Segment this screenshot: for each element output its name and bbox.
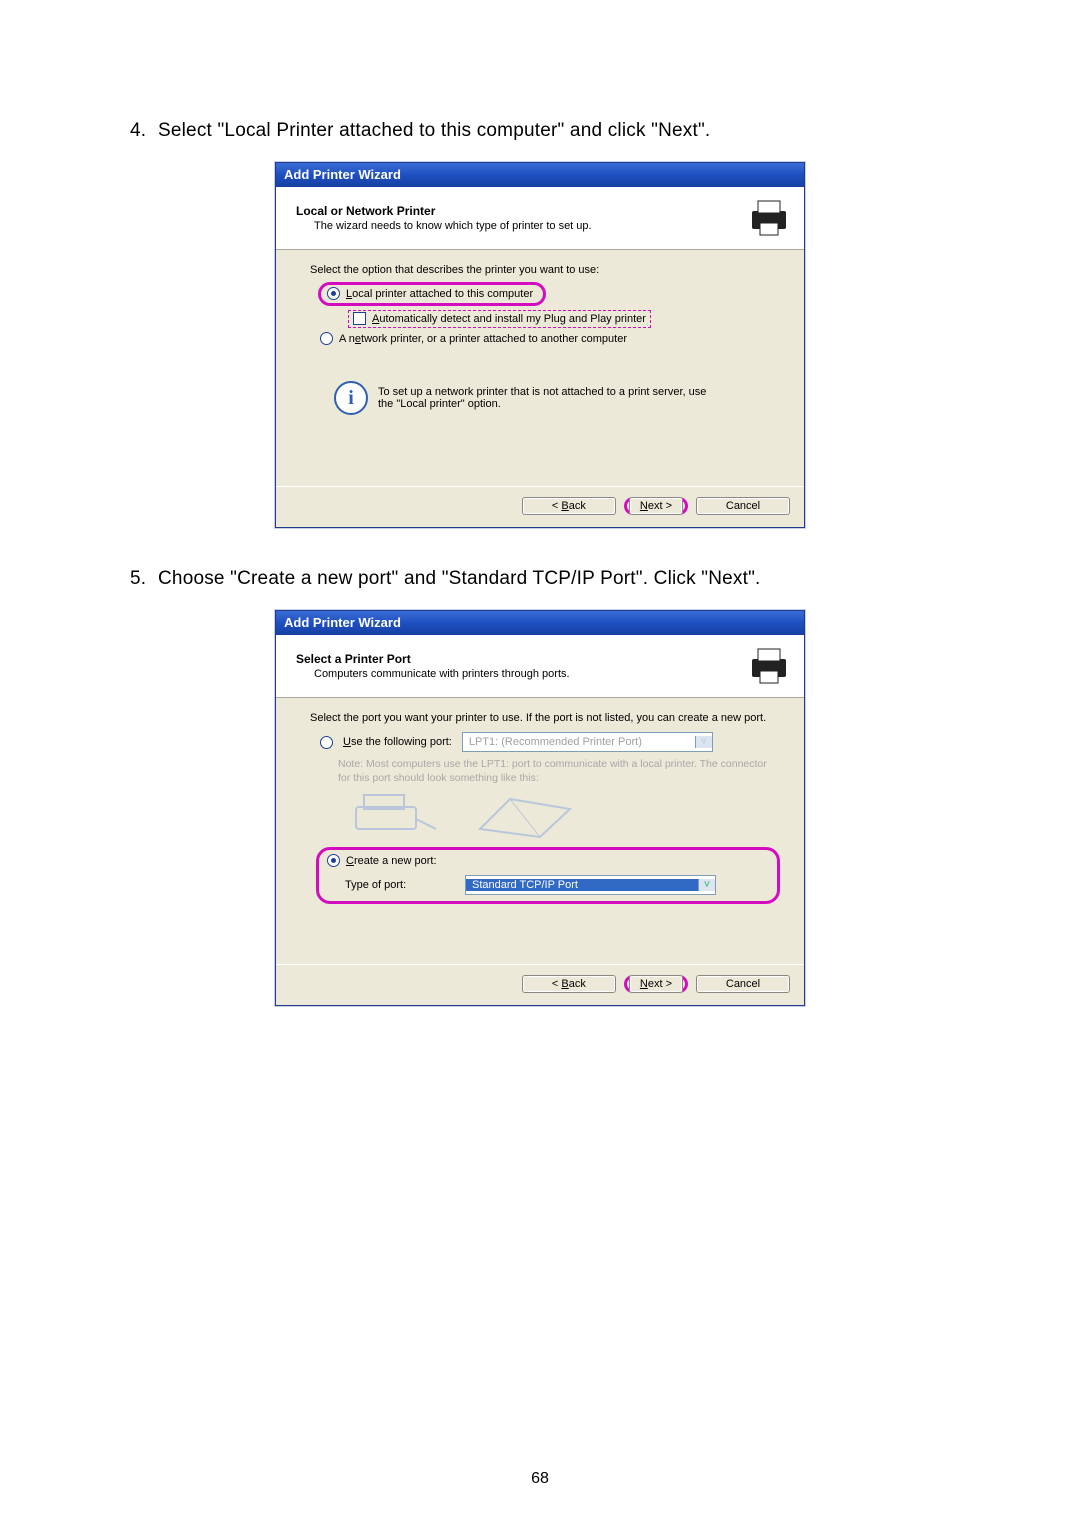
back-button[interactable]: < Back bbox=[522, 497, 616, 515]
wizard-1-titlebar: Add Printer Wizard bbox=[276, 163, 804, 187]
highlight-auto-detect: Automatically detect and install my Plug… bbox=[348, 310, 651, 328]
wizard-2-prompt: Select the port you want your printer to… bbox=[310, 712, 770, 724]
info-text: To set up a network printer that is not … bbox=[378, 386, 708, 410]
chevron-down-icon: ˅ bbox=[698, 879, 715, 891]
cancel-button[interactable]: Cancel bbox=[696, 497, 790, 515]
radio-local-printer[interactable] bbox=[327, 287, 340, 300]
radio-create-port-label: Create a new port: bbox=[346, 855, 437, 867]
wizard-2-banner-title: Select a Printer Port bbox=[296, 652, 748, 666]
highlight-create-port: Create a new port: Type of port: Standar… bbox=[316, 847, 780, 904]
combo-existing-port[interactable]: LPT1: (Recommended Printer Port) ˅ bbox=[462, 732, 713, 752]
cancel-button[interactable]: Cancel bbox=[696, 975, 790, 993]
printer-icon bbox=[748, 197, 790, 239]
radio-use-port[interactable] bbox=[320, 736, 333, 749]
wizard-1-prompt: Select the option that describes the pri… bbox=[310, 264, 776, 276]
wizard-1-banner: Local or Network Printer The wizard need… bbox=[276, 187, 804, 250]
radio-use-port-label: Use the following port: bbox=[343, 736, 452, 748]
radio-network-printer-label: A network printer, or a printer attached… bbox=[339, 333, 627, 345]
wizard-2: Add Printer Wizard Select a Printer Port… bbox=[275, 610, 805, 1006]
page-number: 68 bbox=[0, 1470, 1080, 1488]
highlight-local-printer: Local printer attached to this computer bbox=[318, 282, 546, 306]
checkbox-auto-detect-label: Automatically detect and install my Plug… bbox=[372, 313, 646, 325]
printer-icon bbox=[748, 645, 790, 687]
wizard-1-banner-title: Local or Network Printer bbox=[296, 204, 748, 218]
port-note: Note: Most computers use the LPT1: port … bbox=[338, 758, 776, 785]
radio-network-printer[interactable] bbox=[320, 332, 333, 345]
chevron-down-icon: ˅ bbox=[695, 736, 712, 748]
wizard-2-titlebar: Add Printer Wizard bbox=[276, 611, 804, 635]
highlight-next-2: Next > bbox=[624, 975, 688, 993]
wizard-2-banner: Select a Printer Port Computers communic… bbox=[276, 635, 804, 698]
next-button[interactable]: Next > bbox=[629, 975, 683, 993]
back-button[interactable]: < Back bbox=[522, 975, 616, 993]
highlight-next-1: Next > bbox=[624, 497, 688, 515]
wizard-2-banner-subtitle: Computers communicate with printers thro… bbox=[314, 668, 748, 680]
info-icon: i bbox=[334, 381, 368, 415]
checkbox-auto-detect[interactable] bbox=[353, 312, 366, 325]
wizard-1-banner-subtitle: The wizard needs to know which type of p… bbox=[314, 220, 748, 232]
step-5-text: 5.Choose "Create a new port" and "Standa… bbox=[130, 568, 950, 590]
step-4-text: 4.Select "Local Printer attached to this… bbox=[130, 120, 950, 142]
wizard-1: Add Printer Wizard Local or Network Prin… bbox=[275, 162, 805, 528]
combo-port-type[interactable]: Standard TCP/IP Port ˅ bbox=[465, 875, 716, 895]
type-of-port-label: Type of port: bbox=[345, 879, 455, 891]
radio-create-port[interactable] bbox=[327, 854, 340, 867]
radio-local-printer-label: Local printer attached to this computer bbox=[346, 288, 533, 300]
next-button[interactable]: Next > bbox=[629, 497, 683, 515]
port-illustration bbox=[350, 789, 776, 839]
